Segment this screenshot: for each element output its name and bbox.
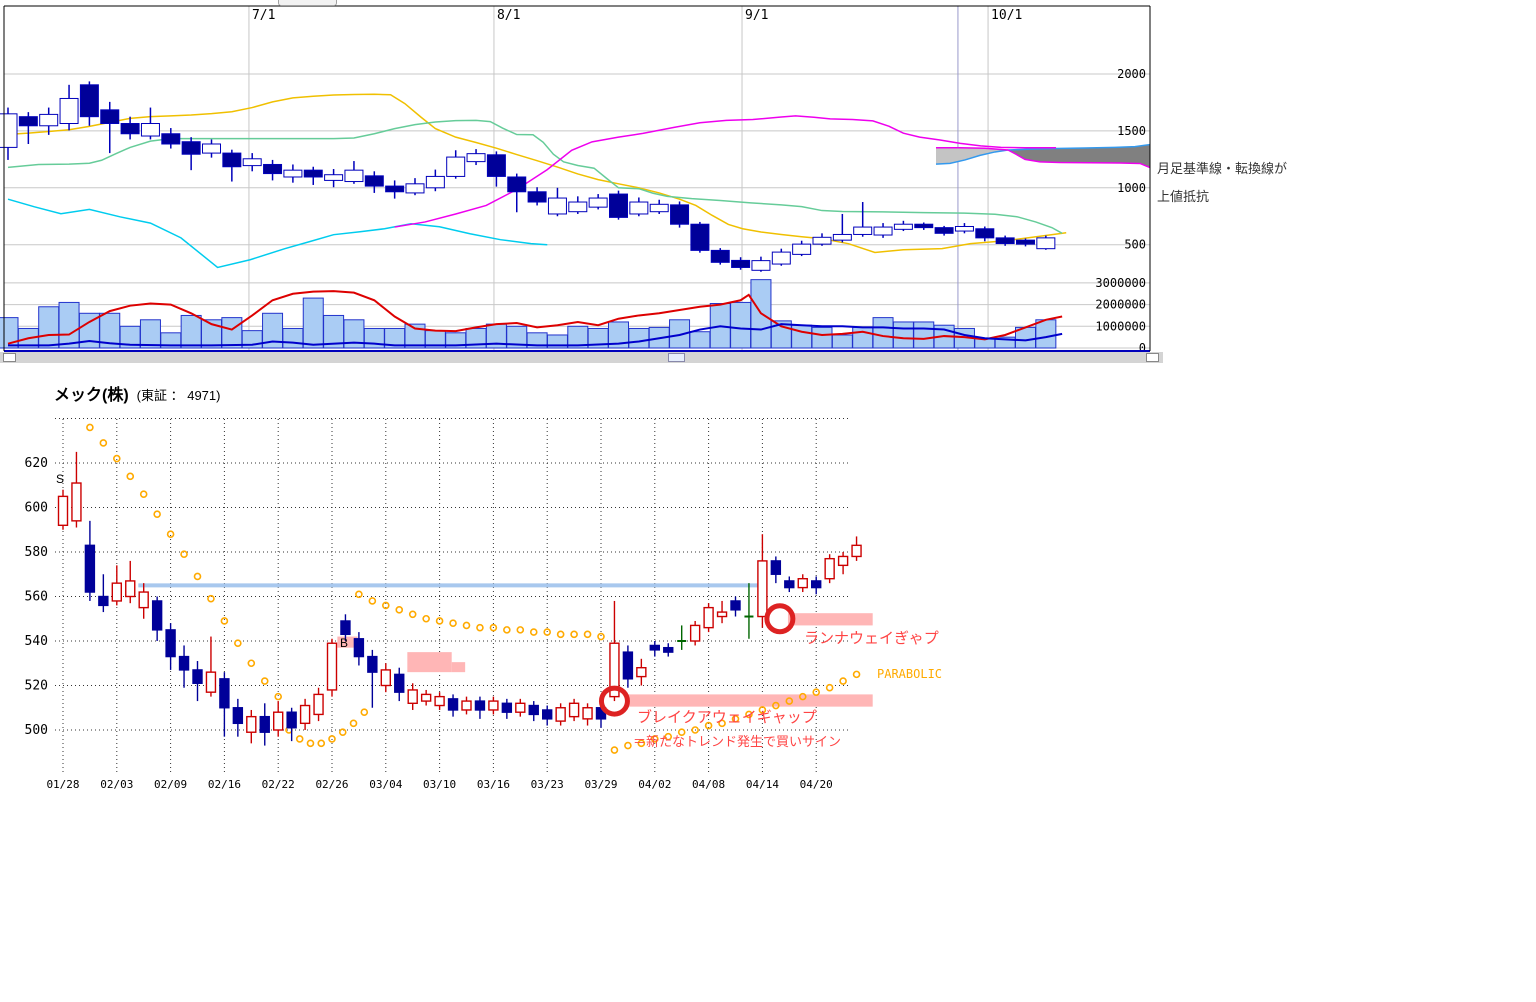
breakaway-gap-label: ブレイクアウェイギャップ — [637, 706, 817, 727]
svg-text:560: 560 — [25, 590, 48, 605]
svg-text:1000000: 1000000 — [1095, 319, 1146, 333]
svg-text:1000: 1000 — [1117, 181, 1146, 195]
cloud-note-line2: 上値抵抗 — [1157, 183, 1287, 211]
stock-title: メック(株) — [54, 387, 129, 404]
scrollbar-thumb[interactable] — [668, 353, 685, 362]
svg-text:7/1: 7/1 — [252, 8, 275, 23]
svg-text:540: 540 — [25, 634, 48, 649]
trend-signal-label: ＝新たなトレンド発生で買いサイン — [633, 731, 841, 750]
svg-text:500: 500 — [25, 723, 48, 738]
sell-signal-marker: S — [56, 472, 64, 486]
svg-text:02/26: 02/26 — [315, 778, 348, 791]
volume-bars — [0, 280, 1150, 351]
stock-header: メック(株) (東証 ： 4971) — [54, 381, 220, 405]
svg-text:500: 500 — [1124, 238, 1146, 252]
parabolic-label: PARABOLIC — [877, 667, 942, 681]
svg-text:600: 600 — [25, 501, 48, 516]
svg-text:02/03: 02/03 — [100, 778, 133, 791]
weekly-chart-frame — [4, 6, 1150, 351]
svg-text:520: 520 — [25, 679, 48, 694]
svg-text:580: 580 — [25, 545, 48, 560]
svg-text:04/20: 04/20 — [800, 778, 833, 791]
svg-text:01/28: 01/28 — [46, 778, 79, 791]
buy-signal-marker: B — [340, 636, 348, 650]
svg-text:02/09: 02/09 — [154, 778, 187, 791]
scrollbar-left-button[interactable] — [3, 353, 16, 362]
svg-text:8/1: 8/1 — [497, 8, 520, 23]
charts-canvas: 20001500100050030000002000000100000007/1… — [0, 0, 1536, 1002]
stock-chart-window: 20001500100050030000002000000100000007/1… — [0, 0, 1536, 1002]
svg-text:3000000: 3000000 — [1095, 276, 1146, 290]
svg-text:02/16: 02/16 — [208, 778, 241, 791]
svg-text:03/23: 03/23 — [531, 778, 564, 791]
cloud-resistance-note: 月足基準線・転換線が 上値抵抗 — [1157, 155, 1287, 211]
svg-text:03/04: 03/04 — [369, 778, 402, 791]
svg-text:620: 620 — [25, 456, 48, 471]
svg-text:1500: 1500 — [1117, 124, 1146, 138]
svg-text:04/08: 04/08 — [692, 778, 725, 791]
svg-text:9/1: 9/1 — [745, 8, 768, 23]
svg-text:03/10: 03/10 — [423, 778, 456, 791]
horizontal-scrollbar[interactable] — [0, 352, 1163, 363]
svg-text:04/02: 04/02 — [638, 778, 671, 791]
svg-text:2000: 2000 — [1117, 67, 1146, 81]
svg-text:03/29: 03/29 — [584, 778, 617, 791]
stock-code: (東証 ： 4971) — [137, 388, 221, 403]
cloud-note-line1: 月足基準線・転換線が — [1157, 155, 1287, 183]
svg-text:03/16: 03/16 — [477, 778, 510, 791]
partial-toolbar-button[interactable] — [278, 0, 337, 6]
weekly-chart-group: 20001500100050030000002000000100000007/1… — [4, 6, 1150, 355]
scrollbar-right-button[interactable] — [1146, 353, 1159, 362]
svg-text:04/14: 04/14 — [746, 778, 779, 791]
svg-text:10/1: 10/1 — [991, 8, 1022, 23]
svg-text:2000000: 2000000 — [1095, 298, 1146, 312]
runaway-gap-label: ランナウェイぎゃプ — [804, 627, 939, 648]
svg-text:02/22: 02/22 — [262, 778, 295, 791]
